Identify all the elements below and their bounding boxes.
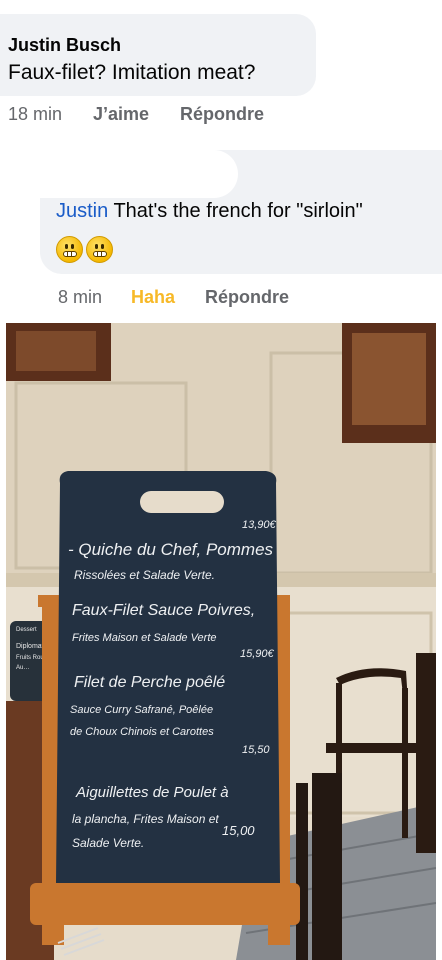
board-price: 13,90€ bbox=[242, 519, 277, 531]
reply-text: Justin That's the french for "sirloin" bbox=[56, 200, 442, 223]
reply-timestamp[interactable]: 8 min bbox=[58, 287, 102, 308]
menu-board-photo-illustration: Diplomate Fruits Rouges Au… Dessert 13,9… bbox=[6, 323, 436, 960]
board-price: 15,50 bbox=[242, 744, 270, 756]
comment-text: Faux-filet? Imitation meat? bbox=[8, 61, 256, 84]
reply-body: That's the french for "sirloin" bbox=[108, 200, 363, 222]
like-button[interactable]: J’aime bbox=[93, 104, 149, 125]
board-price: 15,90€ bbox=[240, 648, 275, 660]
board-line: Frites Maison et Salade Verte bbox=[72, 632, 217, 644]
board-line: de Choux Chinois et Carottes bbox=[70, 726, 214, 738]
board-line: la plancha, Frites Maison et bbox=[72, 812, 219, 826]
board-line: Rissolées et Salade Verte. bbox=[74, 568, 215, 582]
board-line: - Quiche du Chef, Pommes bbox=[68, 540, 274, 559]
board-line: Aiguillettes de Poulet à bbox=[75, 784, 229, 801]
haha-reaction-button[interactable]: Haha bbox=[131, 287, 175, 308]
board-line: Salade Verte. bbox=[72, 836, 144, 850]
reply-button[interactable]: Répondre bbox=[180, 104, 264, 125]
board-line: Filet de Perche poêlé bbox=[74, 674, 225, 691]
redaction-mark bbox=[6, 150, 238, 198]
board-price: 15,00 bbox=[222, 823, 255, 838]
reply-mention[interactable]: Justin bbox=[56, 200, 108, 222]
comment-timestamp[interactable]: 18 min bbox=[8, 104, 62, 125]
comment-author[interactable]: Justin Busch bbox=[8, 35, 121, 56]
grimacing-emoji-icon bbox=[56, 236, 83, 263]
board-line: Faux-Filet Sauce Poivres, bbox=[72, 602, 255, 619]
grimacing-emoji-icon bbox=[86, 236, 113, 263]
side-sign-line: Au… bbox=[16, 665, 29, 671]
menu-board-photo[interactable]: Diplomate Fruits Rouges Au… Dessert 13,9… bbox=[6, 323, 436, 960]
side-sign-line: Dessert bbox=[16, 627, 37, 633]
reply-reply-button[interactable]: Répondre bbox=[205, 287, 289, 308]
board-line: Sauce Curry Safrané, Poêlée bbox=[70, 704, 213, 716]
